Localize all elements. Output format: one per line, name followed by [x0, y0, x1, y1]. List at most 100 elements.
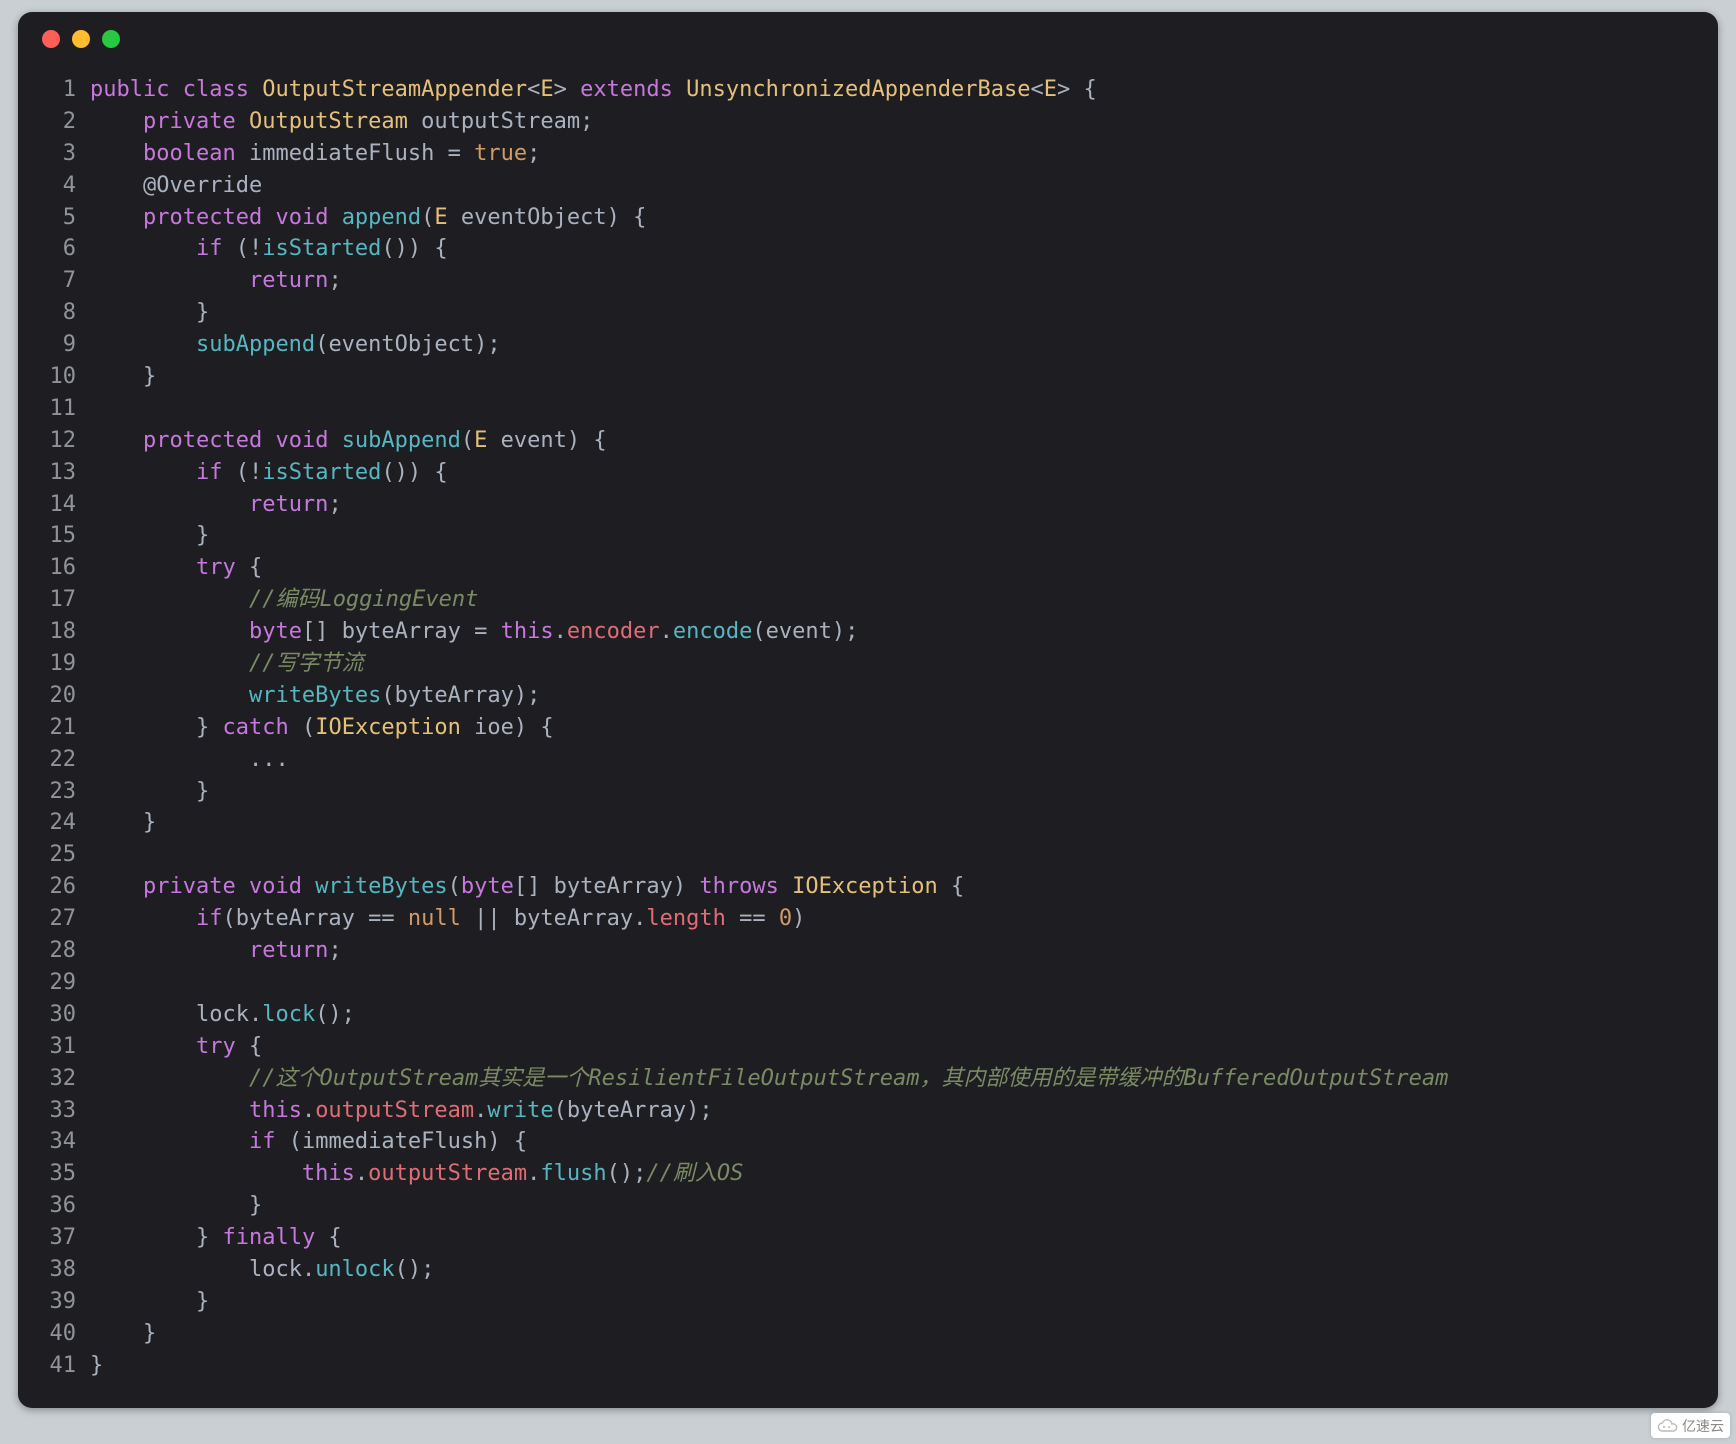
code-line: 35 this.outputStream.flush();//刷入OS: [32, 1158, 1704, 1190]
line-number: 39: [32, 1286, 90, 1318]
close-icon[interactable]: [42, 30, 60, 48]
line-number: 16: [32, 552, 90, 584]
code-content: lock.lock();: [90, 999, 1704, 1031]
code-line: 6 if (!isStarted()) {: [32, 233, 1704, 265]
code-content: protected void subAppend(E event) {: [90, 425, 1704, 457]
code-line: 28 return;: [32, 935, 1704, 967]
code-line: 27 if(byteArray == null || byteArray.len…: [32, 903, 1704, 935]
line-number: 2: [32, 106, 90, 138]
code-content: }: [90, 520, 1704, 552]
line-number: 37: [32, 1222, 90, 1254]
code-content: if(byteArray == null || byteArray.length…: [90, 903, 1704, 935]
code-line: 37 } finally {: [32, 1222, 1704, 1254]
zoom-icon[interactable]: [102, 30, 120, 48]
code-line: 21 } catch (IOException ioe) {: [32, 712, 1704, 744]
line-number: 36: [32, 1190, 90, 1222]
code-line: 11: [32, 393, 1704, 425]
line-number: 11: [32, 393, 90, 425]
line-number: 6: [32, 233, 90, 265]
line-number: 24: [32, 807, 90, 839]
code-content: }: [90, 776, 1704, 808]
line-number: 38: [32, 1254, 90, 1286]
code-content: if (!isStarted()) {: [90, 457, 1704, 489]
code-line: 18 byte[] byteArray = this.encoder.encod…: [32, 616, 1704, 648]
line-number: 30: [32, 999, 90, 1031]
line-number: 35: [32, 1158, 90, 1190]
code-content: } finally {: [90, 1222, 1704, 1254]
line-number: 19: [32, 648, 90, 680]
code-line: 3 boolean immediateFlush = true;: [32, 138, 1704, 170]
code-line: 13 if (!isStarted()) {: [32, 457, 1704, 489]
code-content: }: [90, 1350, 1704, 1382]
code-line: 39 }: [32, 1286, 1704, 1318]
code-content: [90, 967, 1704, 999]
code-content: byte[] byteArray = this.encoder.encode(e…: [90, 616, 1704, 648]
line-number: 29: [32, 967, 90, 999]
code-line: 25: [32, 839, 1704, 871]
line-number: 3: [32, 138, 90, 170]
code-line: 5 protected void append(E eventObject) {: [32, 202, 1704, 234]
code-content: //这个OutputStream其实是一个ResilientFileOutput…: [90, 1063, 1704, 1095]
code-line: 16 try {: [32, 552, 1704, 584]
code-editor: 1public class OutputStreamAppender<E> ex…: [18, 66, 1718, 1408]
line-number: 14: [32, 489, 90, 521]
code-line: 33 this.outputStream.write(byteArray);: [32, 1095, 1704, 1127]
line-number: 15: [32, 520, 90, 552]
line-number: 28: [32, 935, 90, 967]
code-content: [90, 393, 1704, 425]
line-number: 23: [32, 776, 90, 808]
code-line: 1public class OutputStreamAppender<E> ex…: [32, 74, 1704, 106]
code-window: 1public class OutputStreamAppender<E> ex…: [18, 12, 1718, 1408]
code-line: 20 writeBytes(byteArray);: [32, 680, 1704, 712]
line-number: 4: [32, 170, 90, 202]
code-line: 12 protected void subAppend(E event) {: [32, 425, 1704, 457]
code-content: if (immediateFlush) {: [90, 1126, 1704, 1158]
code-content: } catch (IOException ioe) {: [90, 712, 1704, 744]
line-number: 13: [32, 457, 90, 489]
code-line: 31 try {: [32, 1031, 1704, 1063]
code-content: private OutputStream outputStream;: [90, 106, 1704, 138]
line-number: 17: [32, 584, 90, 616]
code-content: }: [90, 297, 1704, 329]
line-number: 26: [32, 871, 90, 903]
line-number: 22: [32, 744, 90, 776]
code-line: 19 //写字节流: [32, 648, 1704, 680]
code-content: if (!isStarted()) {: [90, 233, 1704, 265]
line-number: 20: [32, 680, 90, 712]
code-line: 34 if (immediateFlush) {: [32, 1126, 1704, 1158]
code-line: 26 private void writeBytes(byte[] byteAr…: [32, 871, 1704, 903]
code-line: 24 }: [32, 807, 1704, 839]
watermark-text: 亿速云: [1682, 1416, 1724, 1436]
code-line: 4 @Override: [32, 170, 1704, 202]
code-content: }: [90, 807, 1704, 839]
code-content: //编码LoggingEvent: [90, 584, 1704, 616]
code-line: 40 }: [32, 1318, 1704, 1350]
code-content: [90, 839, 1704, 871]
code-content: }: [90, 1190, 1704, 1222]
code-content: lock.unlock();: [90, 1254, 1704, 1286]
line-number: 1: [32, 74, 90, 106]
line-number: 33: [32, 1095, 90, 1127]
code-content: }: [90, 1286, 1704, 1318]
titlebar: [18, 12, 1718, 66]
code-line: 15 }: [32, 520, 1704, 552]
code-line: 14 return;: [32, 489, 1704, 521]
code-content: writeBytes(byteArray);: [90, 680, 1704, 712]
code-content: ...: [90, 744, 1704, 776]
code-content: protected void append(E eventObject) {: [90, 202, 1704, 234]
code-content: }: [90, 1318, 1704, 1350]
code-line: 17 //编码LoggingEvent: [32, 584, 1704, 616]
line-number: 40: [32, 1318, 90, 1350]
code-content: return;: [90, 489, 1704, 521]
code-content: public class OutputStreamAppender<E> ext…: [90, 74, 1704, 106]
code-line: 2 private OutputStream outputStream;: [32, 106, 1704, 138]
watermark: 亿速云: [1651, 1413, 1730, 1438]
code-content: @Override: [90, 170, 1704, 202]
line-number: 12: [32, 425, 90, 457]
minimize-icon[interactable]: [72, 30, 90, 48]
code-line: 29: [32, 967, 1704, 999]
line-number: 27: [32, 903, 90, 935]
line-number: 34: [32, 1126, 90, 1158]
line-number: 25: [32, 839, 90, 871]
line-number: 31: [32, 1031, 90, 1063]
